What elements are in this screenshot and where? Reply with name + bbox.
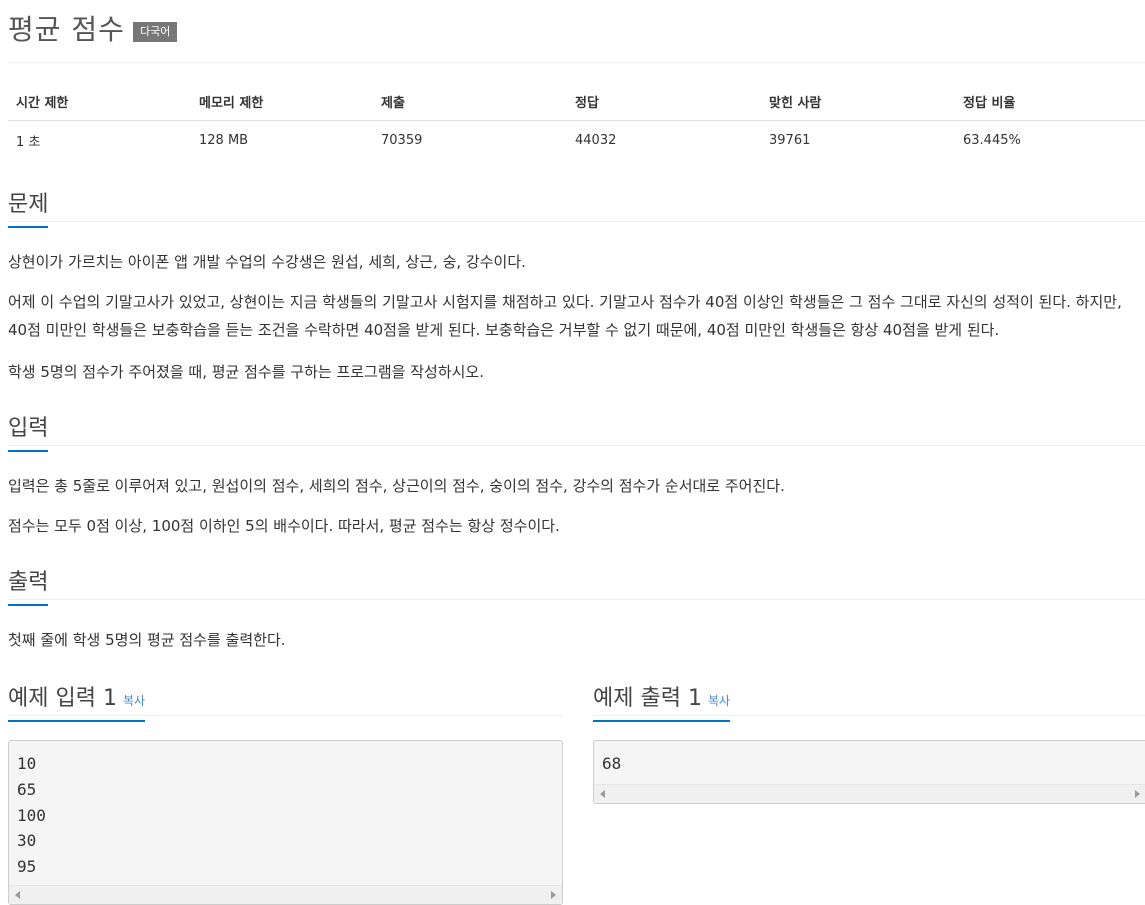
page-title: 평균 점수 (8, 13, 125, 46)
input-paragraph: 입력은 총 5줄로 이루어져 있고, 원섭이의 점수, 세희의 점수, 상근이의… (8, 477, 785, 495)
divider (8, 445, 1145, 446)
header-submissions: 제출 (373, 84, 567, 121)
table-header-row: 시간 제한 메모리 제한 제출 정답 맞힌 사람 정답 비율 (8, 84, 1145, 121)
divider (8, 62, 1145, 63)
horizontal-scrollbar[interactable] (594, 784, 1145, 803)
header-memory-limit: 메모리 제한 (191, 84, 373, 121)
sample-output-box[interactable]: 68 (593, 740, 1145, 804)
copy-sample-input-button[interactable]: 복사 (123, 694, 145, 708)
sample-output-content[interactable]: 68 (594, 741, 1145, 783)
accepted-value: 44032 (575, 133, 617, 148)
multilanguage-badge[interactable]: 다국어 (132, 22, 178, 42)
scroll-right-icon[interactable] (1135, 790, 1140, 798)
header-accepted: 정답 (567, 84, 761, 121)
input-paragraph: 점수는 모두 0점 이상, 100점 이하인 5의 배수이다. 따라서, 평균 … (8, 517, 560, 535)
copy-sample-output-button[interactable]: 복사 (708, 694, 730, 708)
sample-input-content[interactable]: 10 65 100 30 95 (9, 741, 562, 886)
sample-input-box[interactable]: 10 65 100 30 95 (8, 740, 563, 905)
description-paragraph: 어제 이 수업의 기말고사가 있었고, 상현이는 지금 학생들의 기말고사 시험… (8, 293, 1122, 339)
solved-users-value: 39761 (769, 133, 811, 148)
accept-ratio-value: 63.445% (963, 133, 1021, 148)
submissions-value: 70359 (381, 133, 423, 148)
header-accept-ratio: 정답 비율 (955, 84, 1145, 121)
description-paragraph: 학생 5명의 점수가 주어졌을 때, 평균 점수를 구하는 프로그램을 작성하시… (8, 363, 484, 381)
divider (8, 221, 1145, 222)
description-paragraph: 상현이가 가르치는 아이폰 앱 개발 수업의 수강생은 원섭, 세희, 상근, … (8, 253, 526, 271)
scroll-left-icon[interactable] (600, 790, 605, 798)
sample-input-heading-label: 예제 입력 1 (8, 686, 117, 711)
divider (593, 715, 1145, 716)
divider (8, 599, 1145, 600)
scroll-left-icon[interactable] (15, 891, 20, 899)
header-time-limit: 시간 제한 (8, 84, 191, 121)
table-row: 1 초 128 MB 70359 44032 39761 63.445% (8, 121, 1145, 160)
divider (8, 715, 563, 716)
problem-info-table: 시간 제한 메모리 제한 제출 정답 맞힌 사람 정답 비율 1 초 128 M… (8, 84, 1145, 159)
problem-header: 평균 점수 다국어 (8, 8, 178, 48)
time-limit-value: 1 초 (16, 135, 41, 150)
output-paragraph: 첫째 줄에 학생 5명의 평균 점수를 출력한다. (8, 631, 286, 649)
sample-output-heading-label: 예제 출력 1 (593, 686, 702, 711)
header-solved-users: 맞힌 사람 (761, 84, 955, 121)
scroll-right-icon[interactable] (551, 891, 556, 899)
memory-limit-value: 128 MB (199, 133, 249, 148)
horizontal-scrollbar[interactable] (9, 885, 562, 904)
